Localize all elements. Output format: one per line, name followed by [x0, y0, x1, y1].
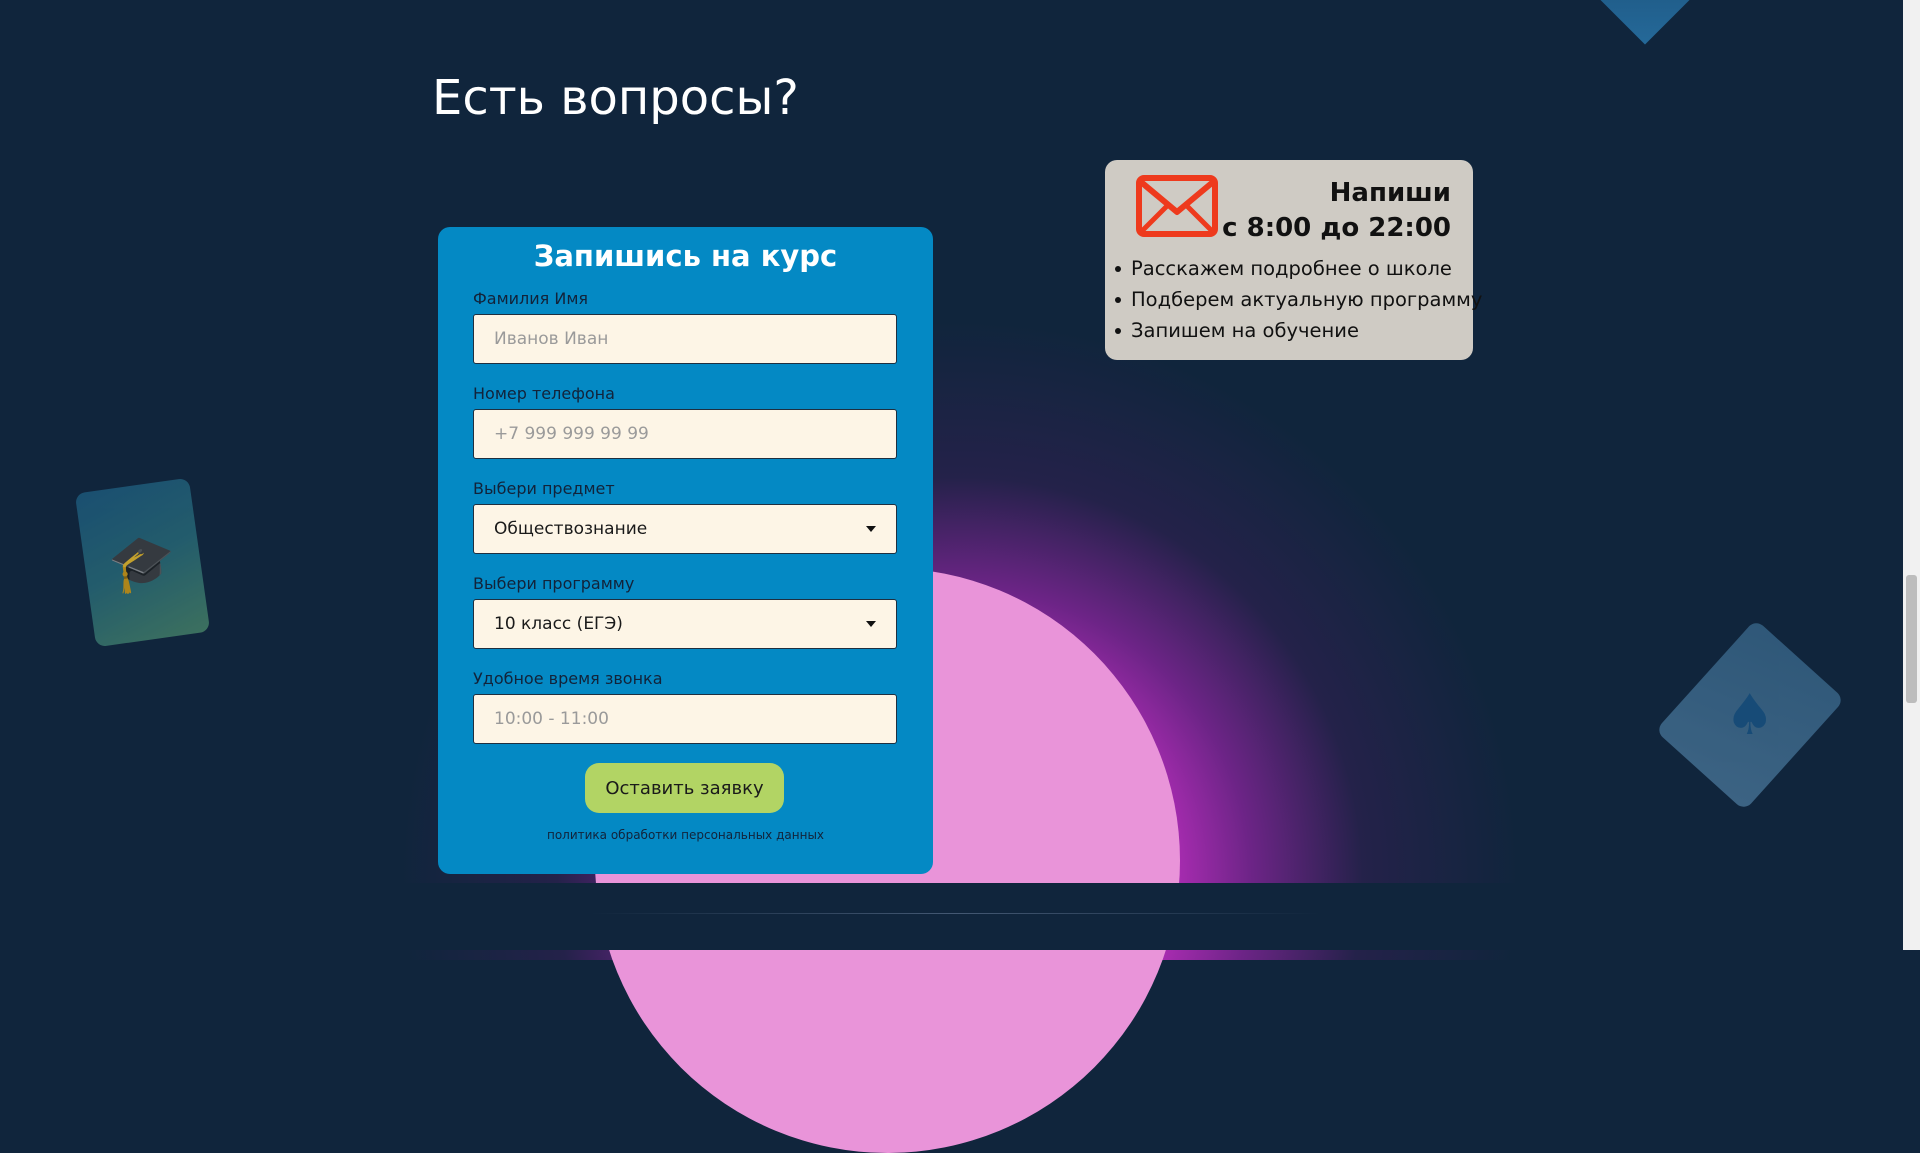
- mail-icon: [1136, 175, 1218, 237]
- privacy-policy-link[interactable]: политика обработки персональных данных: [438, 828, 933, 842]
- call-time-input[interactable]: [473, 694, 897, 744]
- graduation-cap-icon: 🎓: [104, 526, 181, 598]
- scrollbar[interactable]: [1903, 0, 1920, 950]
- form-title: Запишись на курс: [533, 239, 838, 273]
- list-item: Подберем актуальную программу: [1114, 284, 1482, 315]
- subject-label: Выбери предмет: [473, 479, 615, 498]
- scrollbar-thumb[interactable]: [1906, 575, 1917, 703]
- footer-band: [0, 883, 1903, 950]
- contact-heading-line1: Напиши: [1329, 178, 1451, 208]
- phone-input[interactable]: [473, 409, 897, 459]
- program-select[interactable]: 10 класс (ЕГЭ): [473, 599, 897, 649]
- spade-card-icon: ♠: [1724, 682, 1776, 748]
- decorative-card-right: ♠: [1655, 619, 1845, 811]
- subject-selected-value: Обществознание: [494, 519, 648, 539]
- phone-label: Номер телефона: [473, 384, 615, 403]
- subject-select[interactable]: Обществознание: [473, 504, 897, 554]
- decorative-card-left: 🎓: [74, 477, 211, 648]
- time-label: Удобное время звонка: [473, 669, 663, 688]
- footer-divider: [590, 913, 1320, 914]
- contact-heading: Напиши с 8:00 до 22:00: [1222, 176, 1451, 246]
- submit-button[interactable]: Оставить заявку: [585, 763, 784, 813]
- decorative-diamond: [1595, 0, 1695, 45]
- contact-benefits-list: Расскажем подробнее о школе Подберем акт…: [1114, 253, 1482, 346]
- program-label: Выбери программу: [473, 574, 635, 593]
- list-item: Запишем на обучение: [1114, 315, 1482, 346]
- page-title: Есть вопросы?: [432, 70, 799, 126]
- chevron-down-icon: [866, 526, 876, 532]
- contact-heading-hours: с 8:00 до 22:00: [1222, 213, 1451, 243]
- name-label: Фамилия Имя: [473, 289, 589, 308]
- program-selected-value: 10 класс (ЕГЭ): [494, 614, 623, 634]
- name-input[interactable]: [473, 314, 897, 364]
- contact-card: Напиши с 8:00 до 22:00 Расскажем подробн…: [1105, 160, 1482, 360]
- signup-form: Запишись на курс Фамилия Имя Номер телеф…: [438, 227, 933, 874]
- list-item: Расскажем подробнее о школе: [1114, 253, 1482, 284]
- chevron-down-icon: [866, 621, 876, 627]
